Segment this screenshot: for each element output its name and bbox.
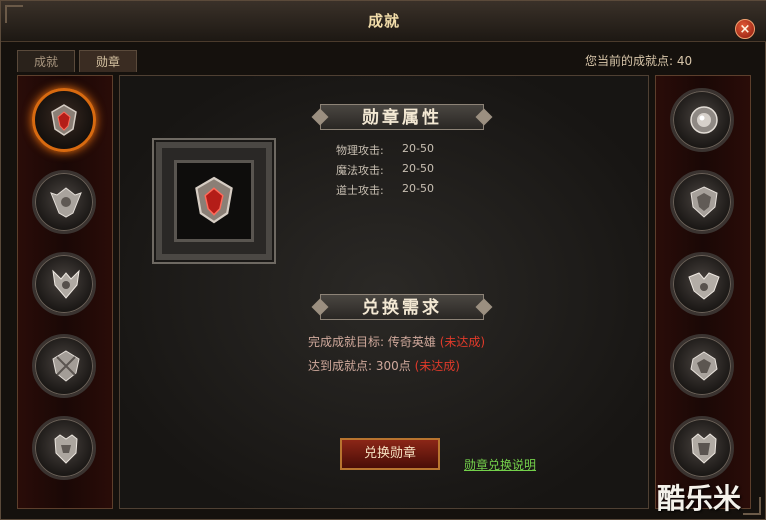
medal-slot[interactable] xyxy=(670,170,734,234)
left-medal-list xyxy=(17,75,113,509)
attribute-row: 魔法攻击: 20-50 xyxy=(336,162,434,178)
medal-attributes-heading: 勋章属性 xyxy=(320,104,484,130)
requirement-status: (未达成) xyxy=(414,359,460,373)
medal-slot[interactable] xyxy=(32,334,96,398)
tab-medals[interactable]: 勋章 xyxy=(79,50,137,72)
tab-achievements[interactable]: 成就 xyxy=(17,50,75,72)
skull-silver-medal-icon xyxy=(52,350,80,382)
title-bar: 成就 × xyxy=(1,1,766,42)
eagle-medal-icon xyxy=(690,351,718,381)
exchange-requirements-heading: 兑换需求 xyxy=(320,294,484,320)
shield-crest-medal-icon xyxy=(690,186,718,218)
red-gem-medal-icon xyxy=(51,104,77,136)
crowned-silver-medal-icon xyxy=(54,434,78,464)
requirement-achievement: 完成成就目标: 传奇英雄 (未达成) xyxy=(308,333,485,350)
medal-slot[interactable] xyxy=(670,252,734,316)
attribute-value: 20-50 xyxy=(402,142,434,155)
attribute-value: 20-50 xyxy=(402,182,434,195)
orb-medal-icon xyxy=(690,106,718,134)
frame-corner xyxy=(5,5,23,23)
red-gem-medal-icon xyxy=(195,176,233,224)
medal-preview-frame xyxy=(156,142,272,260)
exchange-help-link[interactable]: 勋章兑换说明 xyxy=(464,456,536,473)
right-medal-list xyxy=(655,75,751,509)
horned-silver-medal-icon xyxy=(52,269,80,299)
medal-slot[interactable] xyxy=(32,170,96,234)
attribute-value: 20-50 xyxy=(402,162,434,175)
twin-wing-medal-icon xyxy=(688,272,720,300)
attribute-label: 物理攻击: xyxy=(336,144,384,157)
winged-silver-medal-icon xyxy=(50,187,82,218)
medal-slot[interactable] xyxy=(670,416,734,480)
achievement-window: 成就 × 成就 勋章 您当前的成就点: 40 勋章属性 物理攻击: 20-50 … xyxy=(0,0,766,520)
achievement-points: 您当前的成就点: 40 xyxy=(585,54,693,68)
close-button[interactable]: × xyxy=(735,19,755,39)
medal-preview xyxy=(174,160,254,242)
window-title: 成就 xyxy=(367,12,400,30)
requirement-label: 完成成就目标: 传奇英雄 xyxy=(308,335,436,349)
medal-detail-panel: 勋章属性 物理攻击: 20-50 魔法攻击: 20-50 道士攻击: 20-50… xyxy=(119,75,649,509)
attribute-label: 魔法攻击: xyxy=(336,164,384,177)
attribute-row: 道士攻击: 20-50 xyxy=(336,182,434,198)
attribute-row: 物理攻击: 20-50 xyxy=(336,142,434,158)
medal-slot[interactable] xyxy=(670,88,734,152)
crowned-crest-medal-icon xyxy=(691,433,717,464)
attribute-label: 道士攻击: xyxy=(336,184,384,197)
medal-slot-selected[interactable] xyxy=(32,88,96,152)
watermark: 酷乐米 xyxy=(657,482,742,515)
requirement-label: 达到成就点: 300点 xyxy=(308,359,411,373)
requirement-status: (未达成) xyxy=(439,335,486,349)
medal-slot[interactable] xyxy=(32,416,96,480)
exchange-medal-button[interactable]: 兑换勋章 xyxy=(340,438,440,470)
medal-slot[interactable] xyxy=(32,252,96,316)
requirement-points: 达到成就点: 300点 (未达成) xyxy=(308,357,460,374)
medal-slot[interactable] xyxy=(670,334,734,398)
